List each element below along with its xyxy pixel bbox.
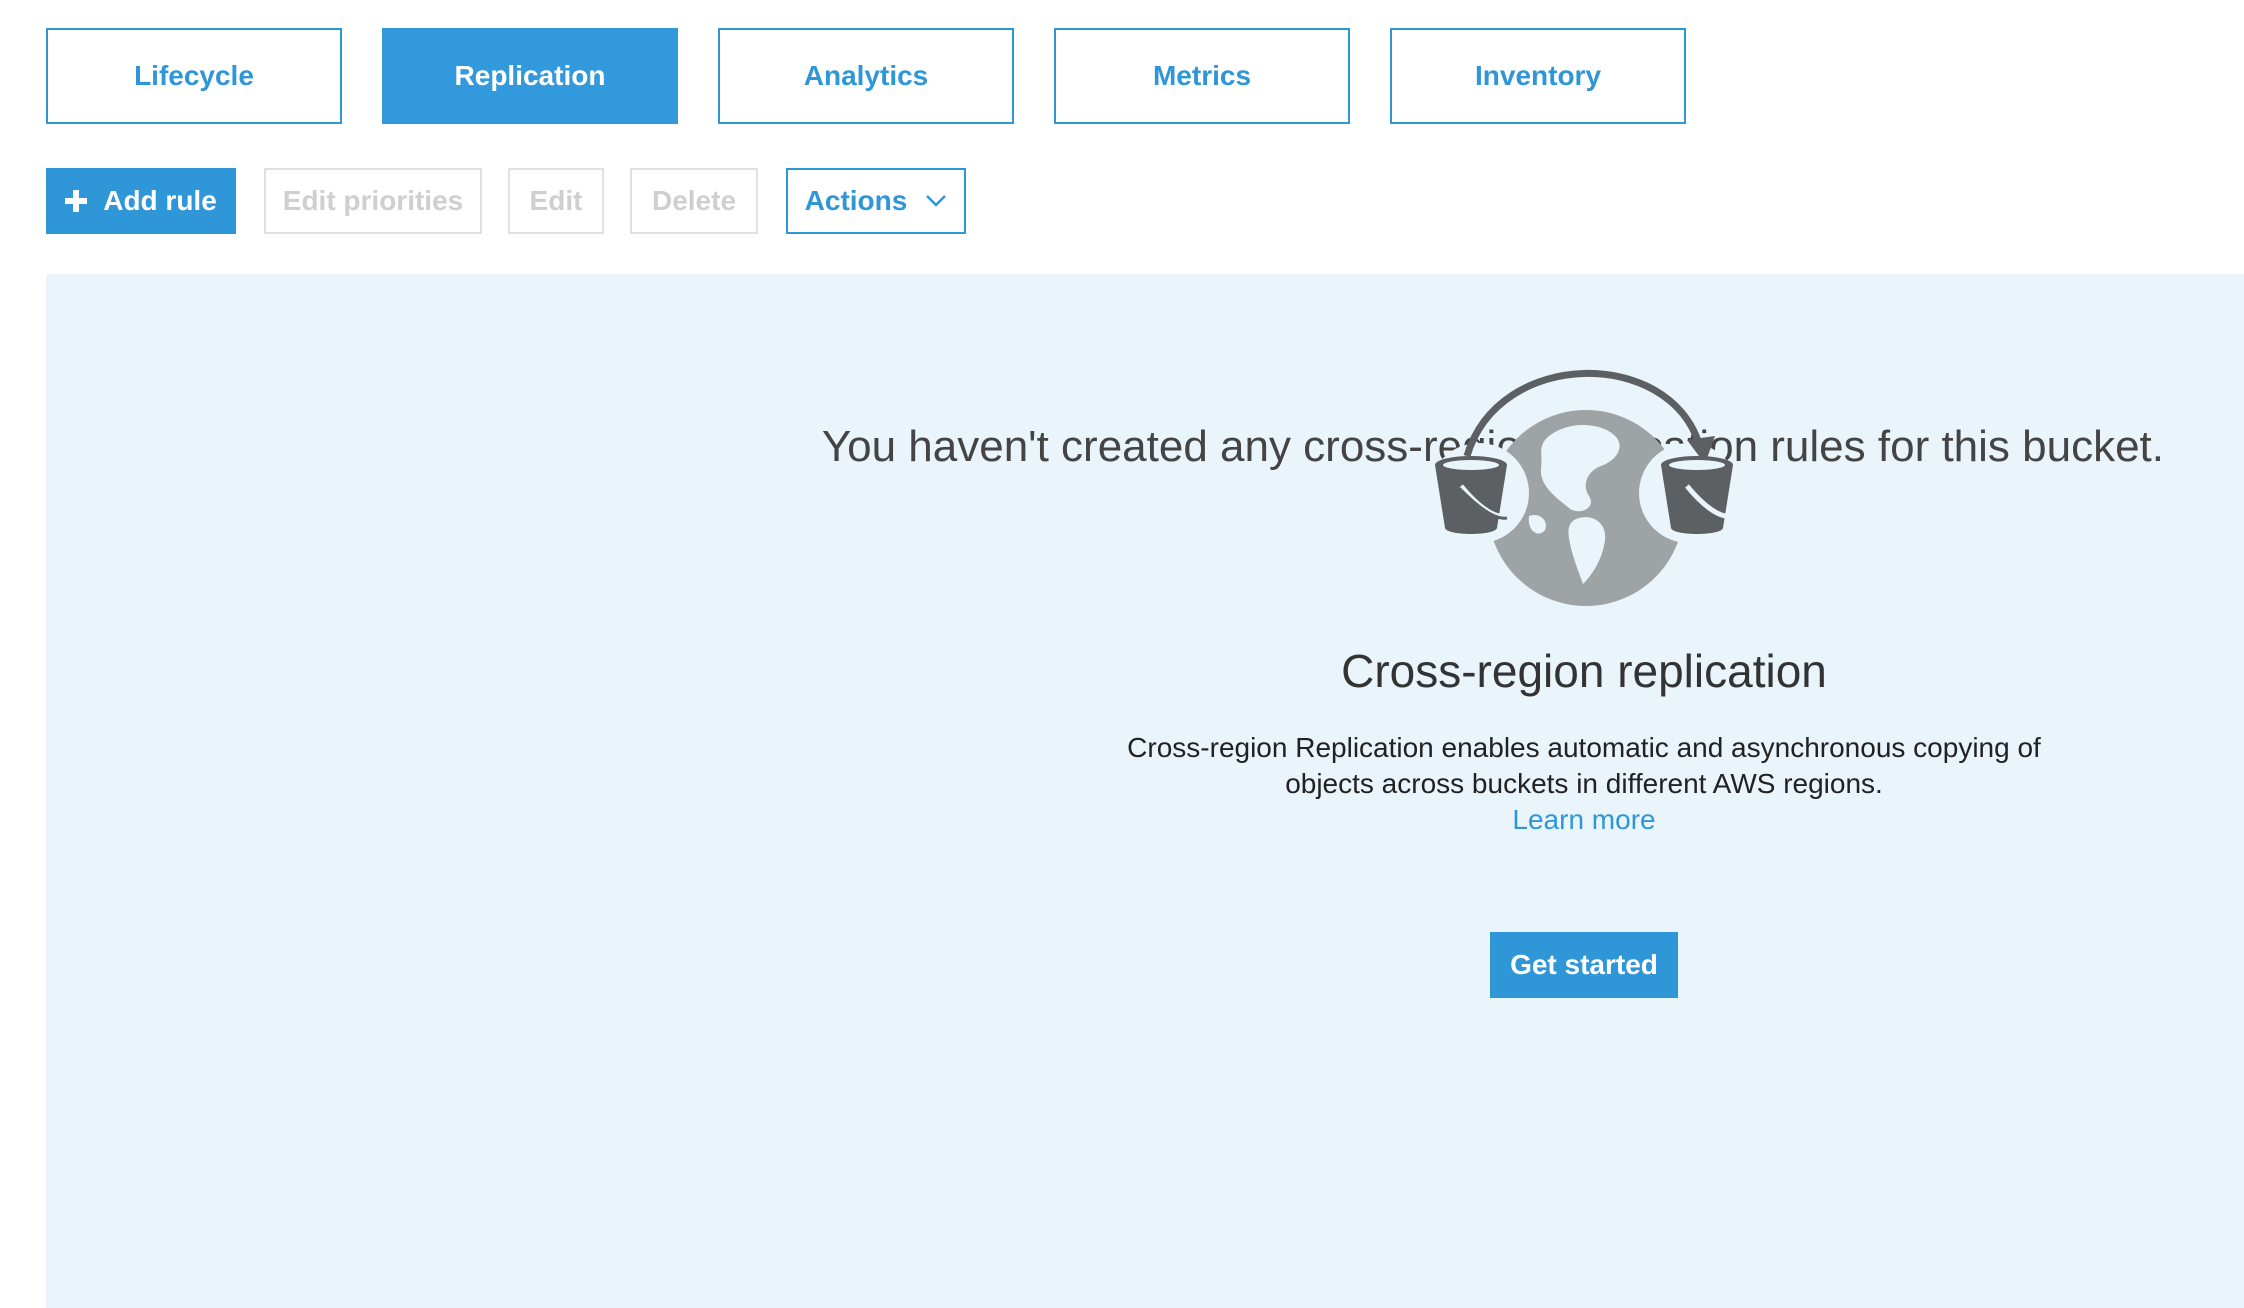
actions-label: Actions [804,185,908,216]
tab-replication[interactable]: Replication [382,28,678,124]
edit-label: Edit [529,185,583,216]
description-line: Cross-region Replication enables automat… [1127,732,2041,763]
tab-inventory[interactable]: Inventory [1390,28,1686,124]
add-rule-button[interactable]: Add rule [46,168,236,234]
feature-title: Cross-region replication [1341,645,1827,697]
tab-analytics[interactable]: Analytics [718,28,1014,124]
description-line: objects across buckets in different AWS … [1285,768,1883,799]
actions-dropdown[interactable]: Actions [786,168,966,234]
tab-metrics[interactable]: Metrics [1054,28,1350,124]
feature-intro: Cross-region replication Cross-region Re… [1084,358,2084,998]
edit-button[interactable]: Edit [508,168,604,234]
get-started-button[interactable]: Get started [1490,932,1678,998]
chevron-down-icon [926,195,947,207]
tab-lifecycle[interactable]: Lifecycle [46,28,342,124]
edit-priorities-label: Edit priorities [282,185,464,216]
plus-icon [65,190,88,212]
add-rule-label: Add rule [103,185,217,216]
delete-label: Delete [651,185,737,216]
feature-description: Cross-region Replication enables automat… [1084,730,2084,838]
delete-button[interactable]: Delete [630,168,758,234]
tab-bar: Lifecycle Replication Analytics Metrics … [46,28,1686,124]
edit-priorities-button[interactable]: Edit priorities [264,168,482,234]
globe-replication-icon [1429,370,1739,606]
learn-more-link[interactable]: Learn more [1512,802,1655,838]
